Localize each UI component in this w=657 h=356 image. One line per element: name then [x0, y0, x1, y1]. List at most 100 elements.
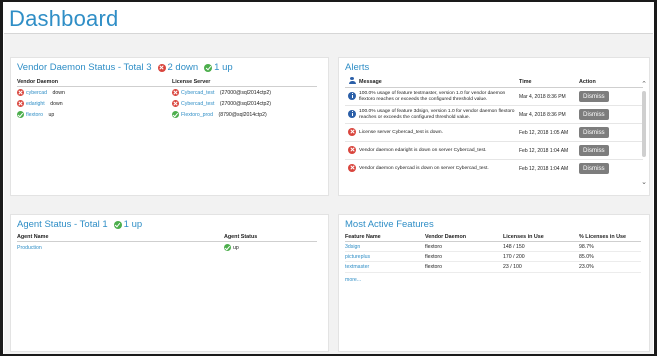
feature-vendor-daemon: flextoro: [425, 241, 503, 253]
column-header-message: Message: [359, 77, 519, 88]
alerts-panel-title: Alerts: [345, 62, 370, 73]
agent-up-summary[interactable]: 1 up: [113, 219, 143, 230]
feature-vendor-daemon: flextoro: [425, 251, 503, 263]
alert-message: 100.0% usage of feature 3dsign, version …: [359, 105, 519, 124]
dismiss-button[interactable]: Dismiss: [579, 109, 609, 120]
error-icon: [17, 89, 24, 96]
more-features-link[interactable]: more...: [345, 277, 361, 283]
table-row: edaright down Cybercad_test (27000@sql20…: [17, 98, 317, 109]
vendor-daemon-status-panel: Vendor Daemon Status - Total 3 2 down 1 …: [10, 57, 329, 196]
table-row: flextoro up Flextoro_prod (8790@sql2014c…: [17, 109, 317, 120]
users-icon: [348, 77, 356, 84]
feature-licenses-in-use: 23 / 100: [503, 261, 579, 273]
agent-status-value: up: [233, 244, 239, 251]
error-icon: [17, 100, 24, 107]
alert-time: Mar 4, 2018 8:36 PM: [519, 87, 579, 106]
vendor-down-summary[interactable]: 2 down: [157, 62, 199, 73]
check-icon: [113, 220, 122, 229]
feature-link[interactable]: textmaster: [345, 264, 369, 270]
check-icon: [17, 111, 24, 118]
table-row: textmaster flextoro 23 / 100 23.0%: [345, 261, 641, 273]
column-header-licenses-in-use: Licenses in Use: [503, 234, 579, 242]
table-row: Production up: [17, 242, 317, 254]
feature-link[interactable]: 3dsign: [345, 244, 360, 250]
check-icon: [204, 63, 213, 72]
feature-link[interactable]: pictureplus: [345, 254, 370, 260]
feature-percent-in-use: 98.7%: [579, 241, 641, 253]
agent-panel-title-text: Agent Status - Total 1: [17, 219, 108, 230]
vendor-down-count: 2 down: [167, 62, 199, 73]
agent-name-link[interactable]: Production: [17, 245, 42, 251]
error-icon: [157, 63, 166, 72]
dismiss-button[interactable]: Dismiss: [579, 145, 609, 156]
alert-time: Feb 12, 2018 1:05 AM: [519, 123, 579, 142]
check-icon: [224, 244, 231, 251]
alert-time: Feb 12, 2018 1:04 AM: [519, 141, 579, 160]
feature-percent-in-use: 85.0%: [579, 251, 641, 263]
column-header-feature-name: Feature Name: [345, 234, 425, 242]
alerts-panel: Alerts Message Time Action 100.0% usage …: [338, 57, 650, 196]
alert-row: 100.0% usage of feature 3dsign, version …: [345, 105, 643, 124]
column-header-time: Time: [519, 77, 579, 88]
agent-status-table: Agent Name Agent Status Production up: [17, 234, 317, 253]
alerts-scrollbar[interactable]: ⌃ ⌄: [641, 81, 647, 186]
dismiss-button[interactable]: Dismiss: [579, 91, 609, 102]
error-icon: [172, 100, 179, 107]
column-header-action: Action: [579, 77, 643, 88]
agent-up-count: 1 up: [123, 219, 143, 230]
alert-row: Vendor daemon cybercad is down on server…: [345, 160, 643, 178]
most-active-features-panel: Most Active Features Feature Name Vendor…: [338, 214, 650, 352]
page-title: Dashboard: [9, 6, 119, 31]
column-header-license-server: License Server: [172, 79, 317, 87]
vendor-daemon-table: Vendor Daemon License Server cybercad do…: [17, 79, 317, 120]
table-row: 3dsign flextoro 148 / 150 98.7%: [345, 241, 641, 253]
feature-licenses-in-use: 170 / 200: [503, 251, 579, 263]
feature-vendor-daemon: flextoro: [425, 261, 503, 273]
vendor-daemon-status: down: [52, 89, 65, 96]
alert-message: Vendor daemon cybercad is down on server…: [359, 166, 489, 172]
info-icon: [348, 109, 356, 118]
feature-percent-in-use: 23.0%: [579, 261, 641, 273]
license-server-link[interactable]: Cybercad_test: [181, 90, 214, 96]
alerts-table: Message Time Action 100.0% usage of feat…: [345, 77, 643, 178]
error-icon: [348, 127, 356, 136]
alert-message: 100.0% usage of feature textmaster, vers…: [359, 87, 519, 106]
window-frame-top: [0, 0, 657, 2]
header-divider: [4, 33, 653, 34]
vendor-up-count: 1 up: [214, 62, 233, 73]
license-server-detail: (27000@sql2014ctp2): [219, 89, 272, 96]
column-header-vendor-daemon: Vendor Daemon: [17, 79, 172, 87]
license-server-link[interactable]: Cybercad_test: [181, 101, 214, 107]
license-server-detail: (8790@sql2014ctp2): [218, 111, 267, 118]
vendor-daemon-link[interactable]: edaright: [26, 101, 45, 107]
vendor-panel-title: Vendor Daemon Status - Total 3 2 down 1 …: [17, 62, 233, 73]
vendor-up-summary[interactable]: 1 up: [204, 62, 233, 73]
alert-time: Feb 12, 2018 1:04 AM: [519, 165, 569, 172]
column-header-agent-status: Agent Status: [224, 234, 317, 242]
check-icon: [172, 111, 179, 118]
column-header-vendor-daemon: Vendor Daemon: [425, 234, 503, 242]
alert-row: License server Cybercad_test is down. Fe…: [345, 123, 643, 142]
agent-panel-title: Agent Status - Total 1 1 up: [17, 219, 142, 230]
column-header-agent-name: Agent Name: [17, 234, 224, 242]
table-row: pictureplus flextoro 170 / 200 85.0%: [345, 251, 641, 263]
scrollbar-thumb[interactable]: [642, 91, 646, 157]
column-header-percent-licenses-in-use: % Licenses in Use: [579, 234, 641, 242]
vendor-daemon-link[interactable]: cybercad: [26, 90, 47, 96]
agent-status-panel: Agent Status - Total 1 1 up Agent Name A…: [10, 214, 329, 352]
vendor-daemon-status: up: [48, 111, 55, 118]
chevron-up-icon[interactable]: ⌃: [641, 81, 647, 89]
alert-message: Vendor daemon edaright is down on server…: [359, 141, 519, 160]
license-server-link[interactable]: Flextoro_prod: [181, 112, 213, 118]
alert-row: 100.0% usage of feature textmaster, vers…: [345, 87, 643, 106]
chevron-down-icon[interactable]: ⌄: [641, 179, 647, 187]
vendor-daemon-link[interactable]: flextoro: [26, 112, 43, 118]
license-server-detail: (27000@sql2014ctp2): [219, 100, 272, 107]
alert-time: Mar 4, 2018 8:36 PM: [519, 105, 579, 124]
dismiss-button[interactable]: Dismiss: [579, 163, 609, 175]
table-row: cybercad down Cybercad_test (27000@sql20…: [17, 87, 317, 99]
alert-row: Vendor daemon edaright is down on server…: [345, 141, 643, 160]
vendor-daemon-status: down: [50, 100, 63, 107]
dismiss-button[interactable]: Dismiss: [579, 127, 609, 138]
features-panel-title: Most Active Features: [345, 219, 434, 230]
